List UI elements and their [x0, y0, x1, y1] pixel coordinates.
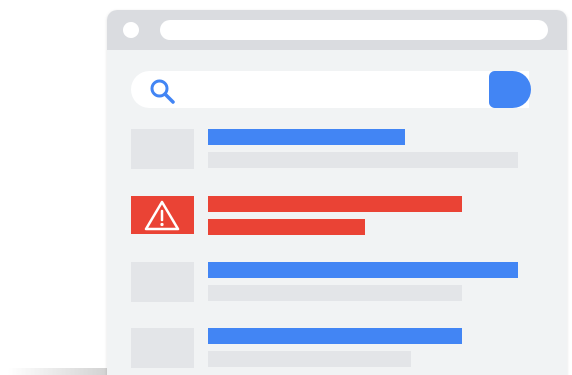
- flagged-search-result[interactable]: [131, 196, 531, 240]
- search-result[interactable]: [131, 129, 531, 173]
- browser-titlebar: [107, 10, 567, 50]
- search-result[interactable]: [131, 262, 531, 306]
- illustration-stage: [0, 0, 572, 375]
- result-title[interactable]: [208, 262, 518, 278]
- result-thumbnail: [131, 328, 194, 368]
- result-snippet: [208, 152, 518, 168]
- search-button[interactable]: [489, 71, 531, 108]
- result-snippet: [208, 351, 411, 367]
- result-title[interactable]: [208, 328, 462, 344]
- browser-window: [107, 10, 567, 375]
- result-snippet: [208, 219, 365, 235]
- search-icon: [150, 79, 175, 104]
- warning-icon: [144, 200, 180, 231]
- warning-thumbnail: [131, 196, 194, 234]
- result-thumbnail: [131, 262, 194, 302]
- search-input[interactable]: [131, 71, 529, 108]
- floor-shadow: [8, 368, 118, 375]
- result-snippet: [208, 285, 462, 301]
- result-thumbnail: [131, 129, 194, 169]
- result-title[interactable]: [208, 129, 405, 145]
- address-bar[interactable]: [160, 20, 548, 40]
- search-result[interactable]: [131, 328, 531, 372]
- window-control-button[interactable]: [123, 22, 139, 38]
- result-title[interactable]: [208, 196, 462, 212]
